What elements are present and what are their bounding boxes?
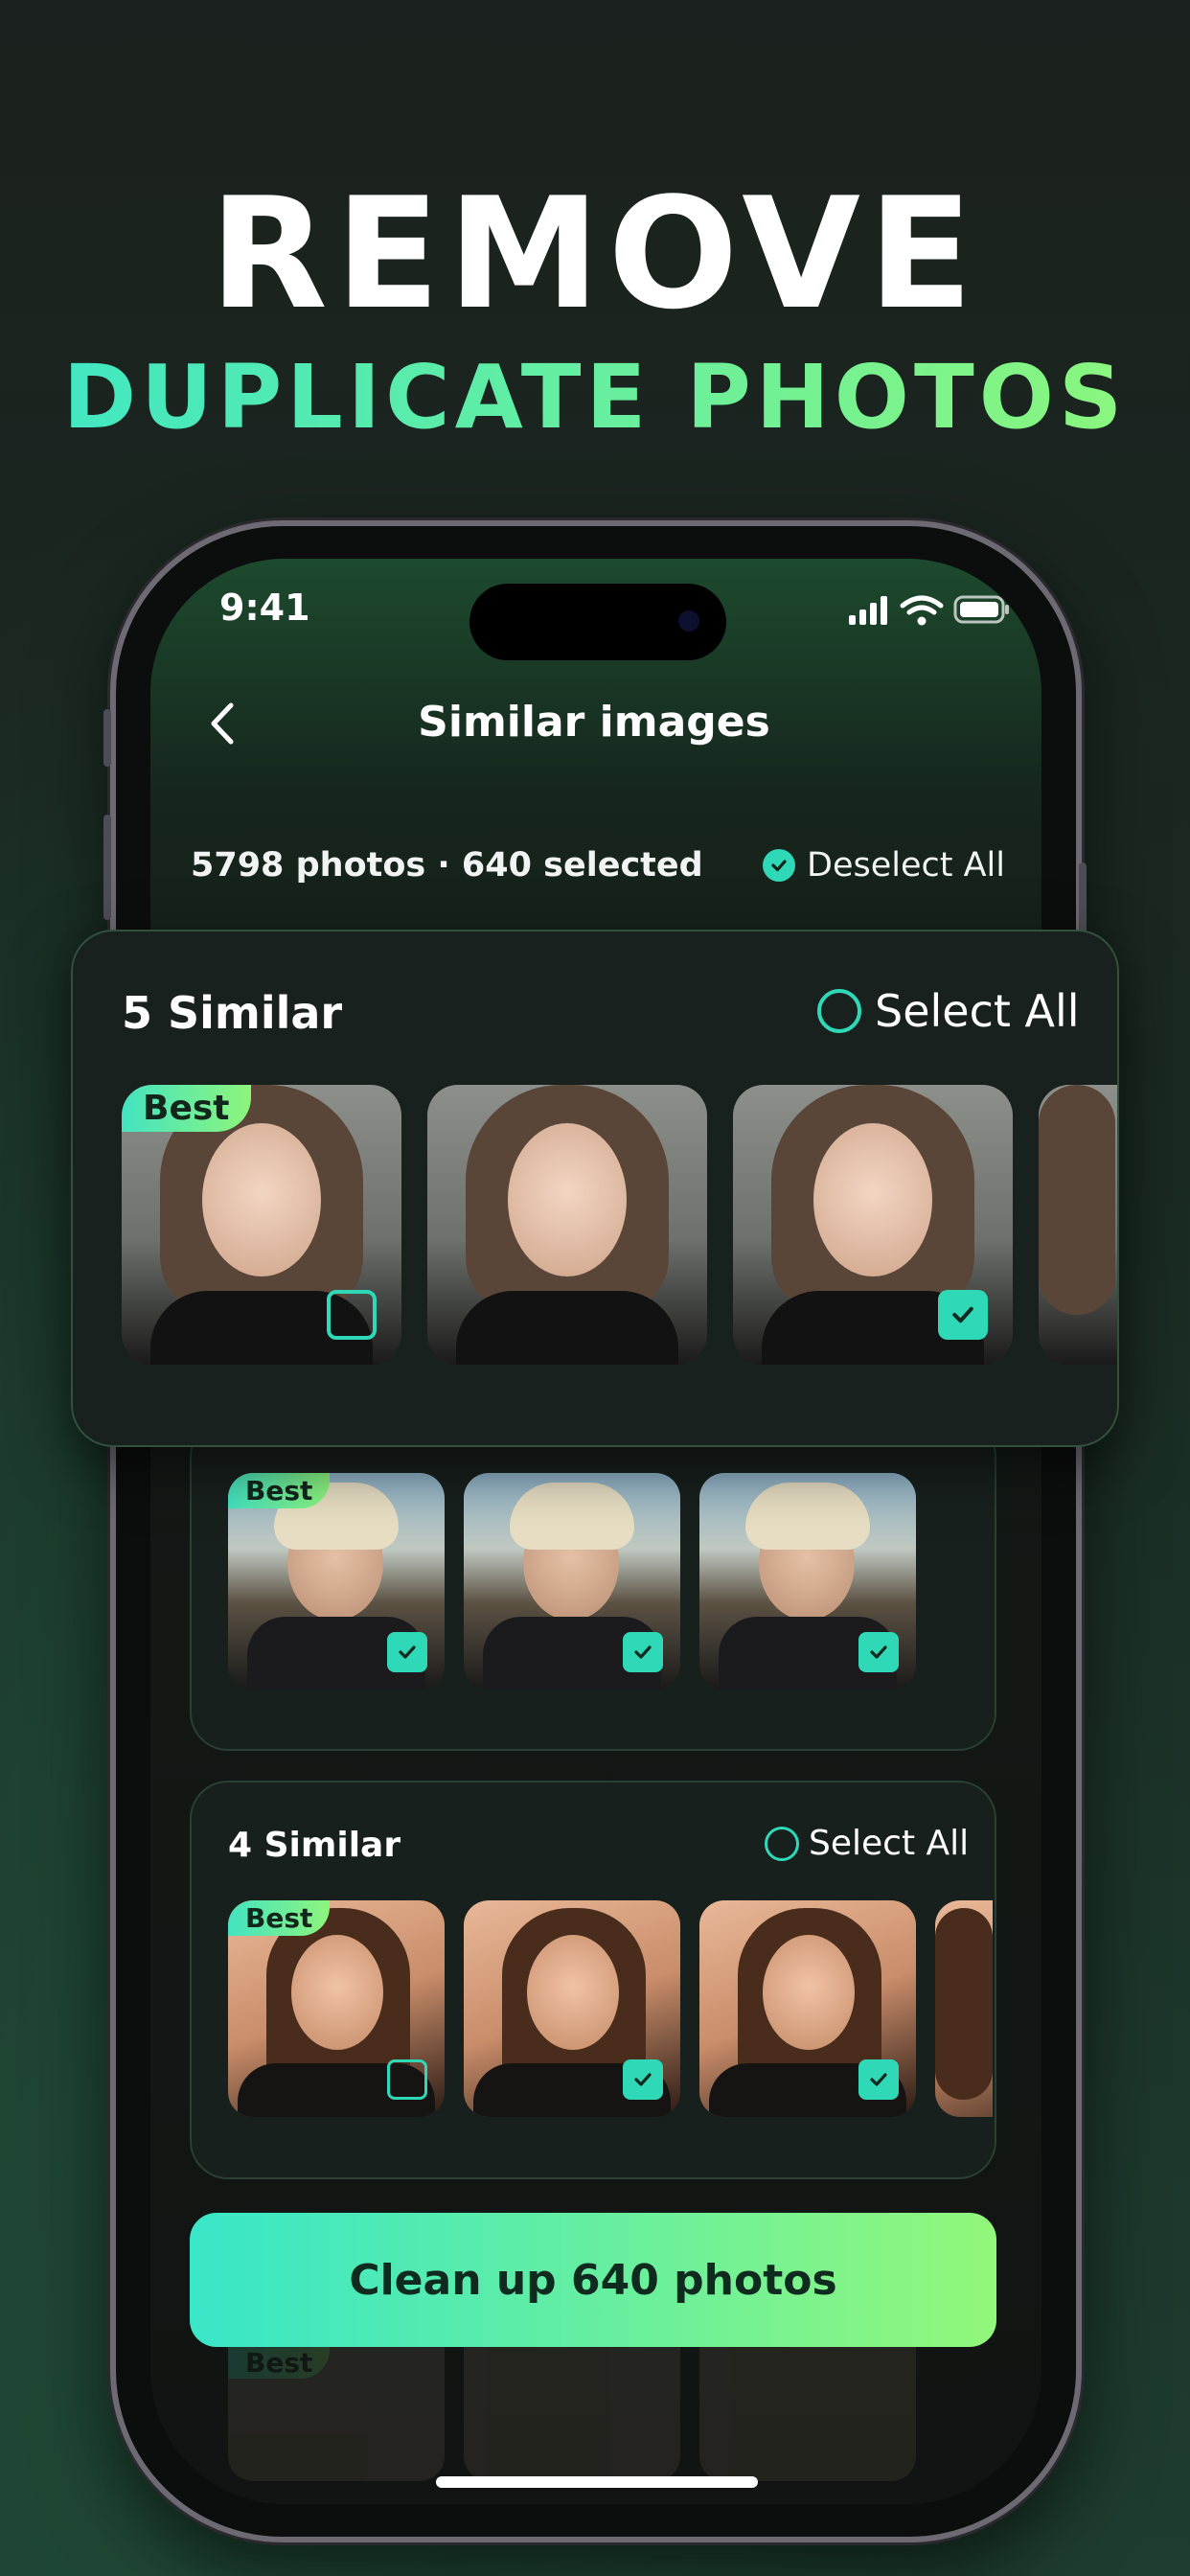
select-all-label: Select All	[809, 1824, 970, 1863]
photo-thumbnail[interactable]	[1039, 1085, 1117, 1365]
status-icons	[849, 595, 1009, 626]
photo-thumbnail[interactable]	[935, 1900, 993, 2117]
photo-clothing	[456, 1291, 678, 1365]
photo-thumbnail	[464, 2347, 680, 2481]
check-icon	[399, 1645, 416, 1659]
check-icon	[870, 2073, 887, 2086]
deselect-all-button[interactable]: Deselect All	[763, 846, 1005, 885]
photo-thumbnail[interactable]	[699, 1473, 916, 1690]
headline-title: REMOVE	[209, 164, 981, 343]
photo-thumbnail	[699, 2347, 916, 2481]
photo-hair	[1039, 1085, 1115, 1315]
page-title: Similar images	[418, 698, 770, 747]
photo-thumbnail[interactable]: Best	[122, 1085, 401, 1365]
photo-hair	[935, 1908, 993, 2100]
dynamic-island	[469, 584, 726, 660]
best-badge: Best	[228, 1900, 331, 1936]
status-time: 9:41	[219, 586, 310, 629]
battery-icon	[953, 595, 1009, 624]
photo-subject	[813, 1123, 932, 1276]
photo-thumbnail[interactable]	[464, 1473, 680, 1690]
wifi-icon	[900, 595, 944, 615]
select-all-button[interactable]: Select All	[765, 1824, 969, 1863]
photo-thumbnail[interactable]	[733, 1085, 1013, 1365]
select-all-button[interactable]: Select All	[817, 985, 1080, 1037]
thumbnail-strip: Best	[228, 1900, 993, 2117]
clean-up-button[interactable]: Clean up 640 photos	[190, 2213, 996, 2347]
check-icon	[952, 1306, 973, 1323]
check-icon	[870, 1645, 887, 1659]
headline-subtitle: DUPLICATE PHOTOS	[0, 350, 1190, 446]
photo-thumbnail[interactable]: Best	[228, 1473, 445, 1690]
photo-thumbnail[interactable]: Best	[228, 1900, 445, 2117]
photo-checkbox[interactable]	[327, 1290, 377, 1340]
photo-thumbnail[interactable]	[464, 1900, 680, 2117]
photo-summary: 5798 photos · 640 selected	[191, 846, 703, 885]
photo-thumbnail: Best	[228, 2347, 445, 2481]
photo-checkbox[interactable]	[387, 1632, 427, 1672]
photo-checkbox[interactable]	[938, 1290, 988, 1340]
home-indicator[interactable]	[436, 2476, 758, 2488]
photo-subject	[527, 1935, 619, 2050]
camera-icon	[678, 610, 699, 632]
best-badge: Best	[228, 1473, 331, 1508]
photo-thumbnail[interactable]	[427, 1085, 707, 1365]
photo-subject	[508, 1123, 627, 1276]
photo-hair	[745, 1483, 870, 1550]
phone-side-button	[103, 815, 111, 920]
photo-checkbox[interactable]	[387, 2059, 427, 2100]
check-icon	[634, 1645, 652, 1659]
back-icon[interactable]	[204, 700, 242, 748]
group-title: 4 Similar	[228, 1826, 401, 1865]
faded-thumbnail-row: Best	[150, 2347, 1041, 2491]
group-title: 5 Similar	[122, 987, 343, 1039]
select-all-label: Select All	[875, 985, 1080, 1037]
photo-hair	[510, 1483, 634, 1550]
photo-subject	[202, 1123, 321, 1276]
photo-thumbnail[interactable]	[699, 1900, 916, 2117]
photo-checkbox[interactable]	[623, 2059, 663, 2100]
photo-subject	[291, 1935, 383, 2050]
empty-circle-icon	[817, 989, 861, 1033]
signal-icon	[849, 596, 887, 625]
thumbnail-strip: Best	[122, 1085, 1117, 1366]
best-badge: Best	[228, 2347, 331, 2379]
photo-checkbox[interactable]	[858, 2059, 899, 2100]
photo-checkbox[interactable]	[858, 1632, 899, 1672]
photo-checkbox[interactable]	[623, 1632, 663, 1672]
photo-subject	[763, 1935, 855, 2050]
phone-side-button	[103, 709, 111, 767]
check-icon	[634, 2073, 652, 2086]
empty-circle-icon	[765, 1826, 799, 1861]
deselect-all-label: Deselect All	[807, 846, 1005, 885]
best-badge: Best	[122, 1085, 251, 1132]
check-circle-icon	[763, 849, 795, 882]
